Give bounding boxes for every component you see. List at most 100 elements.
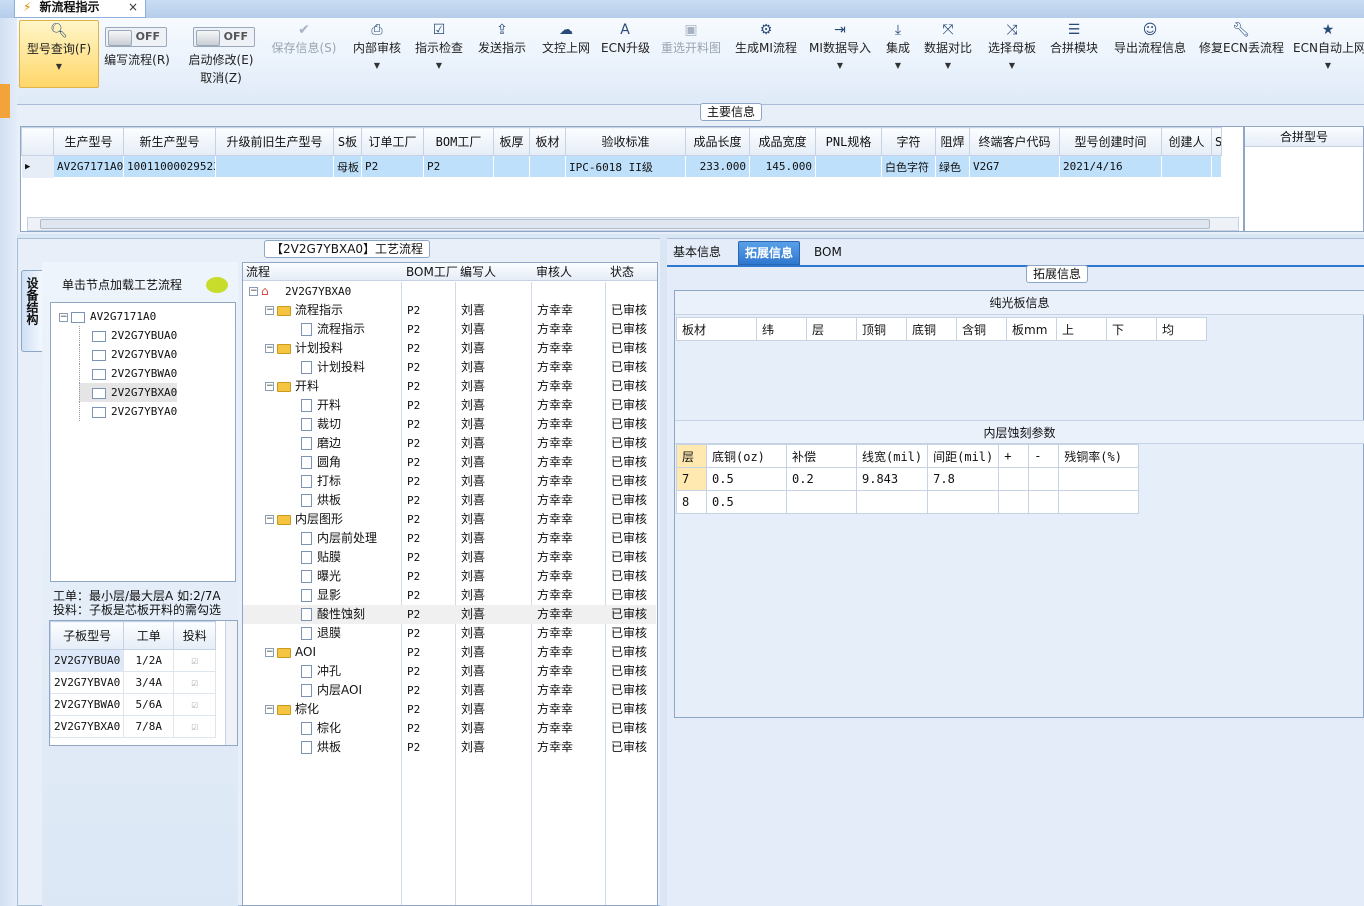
etch-cell[interactable]: 0.2 [786,467,857,491]
main-cell[interactable]: 10011000029523 [123,155,216,178]
etch-cell[interactable] [927,490,1000,514]
write-flow-switch[interactable]: OFF [105,27,167,47]
main-col-header[interactable]: S [1211,127,1222,156]
main-col-header[interactable]: 新生产型号 [123,127,216,156]
process-row[interactable]: 烘板 P2 刘喜 方幸幸 已审核 [243,491,656,510]
device-structure-tab[interactable]: 设备结构 [21,270,43,352]
export-flow-info-button[interactable]: ☺ 导出流程信息 [1111,20,1189,56]
device-tree-item[interactable]: 2V2G7YBVA0 [79,345,177,364]
process-col-header[interactable]: 编写人 [460,263,496,281]
main-cell[interactable]: 白色字符 [881,155,936,178]
write-flow-button[interactable]: 编写流程(R) [101,52,173,68]
vertical-scrollbar[interactable] [225,621,237,745]
process-row[interactable]: 曝光 P2 刘喜 方幸幸 已审核 [243,567,656,586]
main-col-header[interactable]: 成品长度 [685,127,750,156]
mi-data-import-button[interactable]: ⇥ MI数据导入 ▼ [809,20,871,76]
process-row[interactable]: − 计划投料 P2 刘喜 方幸幸 已审核 [243,339,656,358]
process-row[interactable]: 贴膜 P2 刘喜 方幸幸 已审核 [243,548,656,567]
tab-right-1[interactable]: 拓展信息 [738,241,801,265]
sub-col-header[interactable]: 工单 [123,621,175,650]
etch-cell[interactable] [998,490,1030,514]
main-cell[interactable] [215,155,334,178]
collapse-icon[interactable]: − [265,648,274,657]
etch-cell[interactable] [786,490,857,514]
main-cell[interactable]: V2G7 [969,155,1060,178]
process-tree-root[interactable]: − ⌂ 2V2G7YBXA0 [243,282,656,301]
device-tree-root[interactable]: − AV2G7171A0 [59,307,156,326]
main-col-header[interactable]: 生产型号 [53,127,124,156]
sub-board-row[interactable]: 2V2G7YBUA0 1/2A ☑ [50,649,217,672]
repair-ecn-flow-button[interactable]: 🔧︎ 修复ECN丢流程 [1199,20,1284,56]
main-cell[interactable]: 绿色 [935,155,970,178]
device-tree-item[interactable]: 2V2G7YBUA0 [79,326,177,345]
process-col-header[interactable]: 审核人 [536,263,572,281]
merge-module-button[interactable]: ☰ 合拼模块 [1047,20,1101,56]
etch-cell[interactable] [1058,467,1140,491]
main-cell[interactable]: AV2G7171A0 [53,155,124,178]
tab-right-0[interactable]: 基本信息 [667,241,727,265]
main-cell[interactable]: 母板 [333,155,362,178]
etch-cell[interactable]: 7.8 [927,467,1000,491]
main-col-header[interactable]: 型号创建时间 [1059,127,1162,156]
main-col-header[interactable]: 创建人 [1161,127,1212,156]
start-modify-switch[interactable]: OFF [193,27,255,47]
etch-cell[interactable]: 0.5 [706,467,787,491]
collapse-icon[interactable]: − [249,287,258,296]
collapse-icon[interactable]: − [265,344,274,353]
process-row[interactable]: 冲孔 P2 刘喜 方幸幸 已审核 [243,662,656,681]
ecn-upgrade-button[interactable]: A ECN升级 [601,20,650,56]
save-info-button[interactable]: ✔ 保存信息(S) [269,20,339,56]
feed-checkbox[interactable]: ☑ [173,693,217,716]
sub-board-row[interactable]: 2V2G7YBWA0 5/6A ☑ [50,693,217,716]
device-tree-item[interactable]: 2V2G7YBXA0 [79,383,178,402]
etch-cell[interactable]: 7 [676,467,707,491]
main-col-header[interactable]: 板材 [529,127,566,156]
process-row[interactable]: 退膜 P2 刘喜 方幸幸 已审核 [243,624,656,643]
file-upload-button[interactable]: ☁ 文控上网 [539,20,593,56]
integrate-button[interactable]: ⤓ 集成 ▼ [881,20,915,76]
process-row[interactable]: 磨边 P2 刘喜 方幸幸 已审核 [243,434,656,453]
process-row[interactable]: 酸性蚀刻 P2 刘喜 方幸幸 已审核 [243,605,656,624]
main-col-header[interactable]: 阻焊 [935,127,970,156]
process-row[interactable]: 打标 P2 刘喜 方幸幸 已审核 [243,472,656,491]
feed-checkbox[interactable]: ☑ [173,671,217,694]
process-row[interactable]: − 开料 P2 刘喜 方幸幸 已审核 [243,377,656,396]
scrollbar-thumb[interactable] [40,219,1210,229]
close-tab-icon[interactable]: × [128,0,138,14]
etch-cell[interactable] [998,467,1030,491]
main-col-header[interactable]: 字符 [881,127,936,156]
collapse-icon[interactable]: − [265,705,274,714]
main-cell[interactable]: 233.000 [685,155,750,178]
instruction-check-button[interactable]: ☑ 指示检查 ▼ [413,20,465,76]
process-row[interactable]: 棕化 P2 刘喜 方幸幸 已审核 [243,719,656,738]
cancel-button[interactable]: 取消(Z) [185,70,257,86]
tab-new-flow[interactable]: ⚡ 新流程指示 [14,0,146,18]
main-cell[interactable]: 145.000 [749,155,816,178]
main-cell[interactable]: 2021/4/16 [1059,155,1162,178]
sub-col-header[interactable]: 投料 [173,621,217,650]
etch-row[interactable]: 7 0.5 0.2 9.843 7.8 [676,467,1140,491]
process-row[interactable]: − AOI P2 刘喜 方幸幸 已审核 [243,643,656,662]
etch-cell[interactable]: 8 [676,490,707,514]
main-col-header[interactable]: 终端客户代码 [969,127,1060,156]
process-row[interactable]: 内层前处理 P2 刘喜 方幸幸 已审核 [243,529,656,548]
process-row[interactable]: 流程指示 P2 刘喜 方幸幸 已审核 [243,320,656,339]
send-instruction-button[interactable]: ⇪ 发送指示 [475,20,529,56]
main-cell[interactable] [529,155,566,178]
main-cell[interactable] [1161,155,1212,178]
main-cell[interactable]: IPC-6018 II级 [565,155,686,178]
process-row[interactable]: − 棕化 P2 刘喜 方幸幸 已审核 [243,700,656,719]
etch-cell[interactable] [1058,490,1140,514]
process-col-header[interactable]: 状态 [610,263,634,281]
process-row[interactable]: − 内层图形 P2 刘喜 方幸幸 已审核 [243,510,656,529]
main-col-header[interactable]: BOM工厂 [423,127,494,156]
etch-cell[interactable] [855,490,929,514]
etch-cell[interactable]: 9.843 [855,467,929,491]
tab-right-2[interactable]: BOM [808,241,848,265]
etch-cell[interactable] [1028,490,1060,514]
ecn-auto-upload-button[interactable]: ★ ECN自动上网 ▼ [1293,20,1364,76]
start-modify-button[interactable]: 启动修改(E) [185,52,257,68]
process-row[interactable]: 内层AOI P2 刘喜 方幸幸 已审核 [243,681,656,700]
internal-review-button[interactable]: ⎙ 内部审核 ▼ [351,20,403,76]
device-tree-item[interactable]: 2V2G7YBWA0 [79,364,177,383]
